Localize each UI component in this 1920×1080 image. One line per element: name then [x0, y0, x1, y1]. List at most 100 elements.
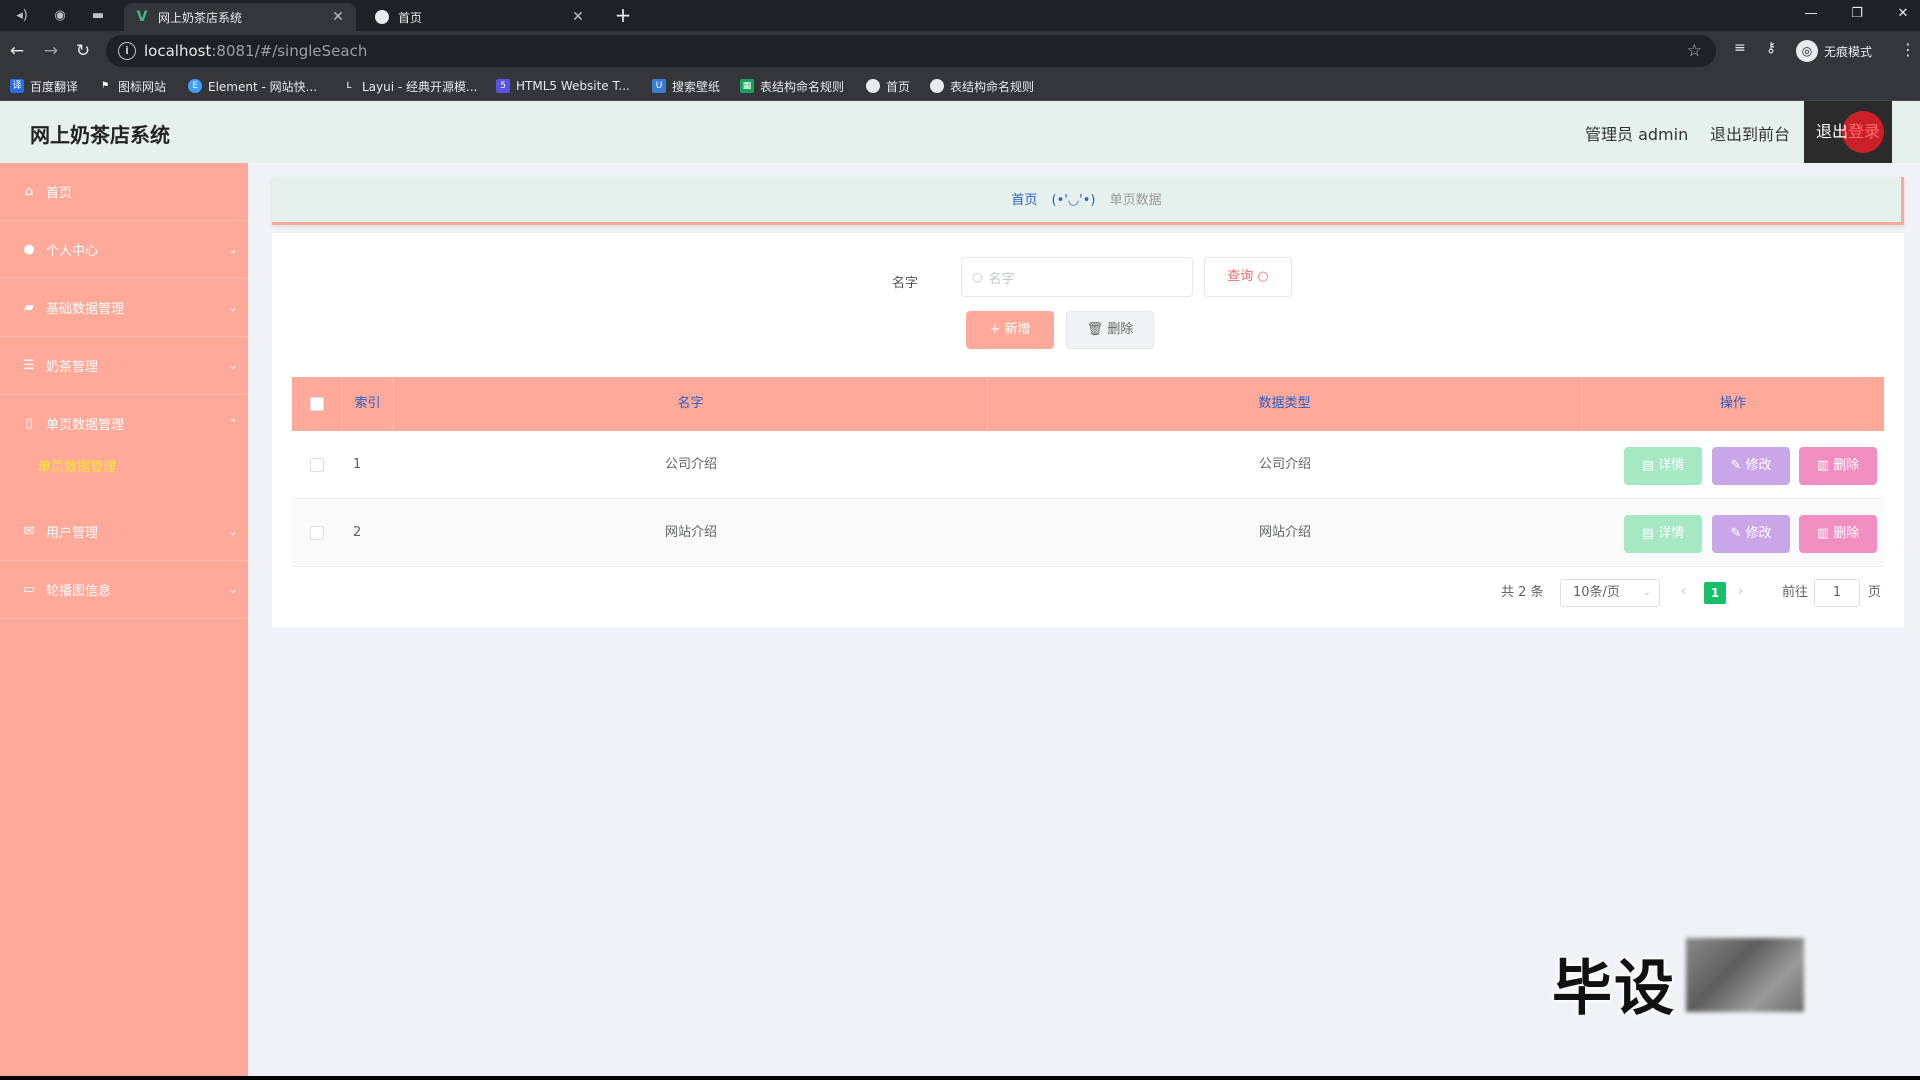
goto-page-input[interactable]: 1	[1814, 579, 1860, 607]
pencil-icon: ✎	[1730, 458, 1746, 473]
sidebar-item-milktea[interactable]: ☰ 奶茶管理 ⌄	[0, 337, 248, 395]
sidebar: ⌂ 首页 ● 个人中心 ⌄ ▰ 基础数据管理 ⌄ ☰ 奶茶管理 ⌄ ▯ 单页数据…	[0, 163, 248, 1080]
translate-icon: 译	[10, 79, 24, 93]
bookmark-item[interactable]: E Element - 网站快...	[188, 77, 317, 95]
chevron-down-icon: ⌄	[228, 525, 238, 538]
restore-icon[interactable]: ❐	[1842, 4, 1872, 24]
watermark-text: 毕设	[1552, 954, 1676, 1024]
close-icon[interactable]: ✕	[570, 9, 586, 25]
audio-icon[interactable]: ◂)	[12, 6, 32, 26]
layui-icon: L	[346, 81, 352, 91]
page-size-select[interactable]: 10条/页 ⌄	[1560, 579, 1660, 607]
add-button[interactable]: + 新增	[966, 311, 1054, 349]
row-checkbox[interactable]	[310, 526, 324, 540]
bookmark-item[interactable]: 译百度翻译	[10, 77, 78, 95]
doc-icon: ▤	[1641, 458, 1659, 473]
tab-search-icon[interactable]: ◉	[50, 6, 70, 26]
forward-icon[interactable]: →	[40, 40, 62, 62]
bookmark-item[interactable]: L Layui - 经典开源模...	[342, 77, 477, 95]
bookmark-label: 表结构命名规则	[760, 79, 845, 94]
briefcase-icon: ▰	[24, 300, 34, 315]
incognito-icon: ◎	[1796, 40, 1818, 62]
key-icon[interactable]: ⚷	[1766, 40, 1776, 56]
bookmark-item[interactable]: 表结构命名规则	[930, 77, 1034, 95]
bookmark-item[interactable]: ⚑ 图标网站	[98, 77, 166, 95]
close-icon[interactable]: ✕	[330, 9, 346, 25]
sidebar-item-home[interactable]: ⌂ 首页	[0, 163, 248, 221]
delete-button[interactable]: ▥ 删除	[1799, 447, 1877, 485]
current-page[interactable]: 1	[1704, 582, 1726, 604]
menu-dots-icon[interactable]: ⋮	[1900, 40, 1916, 59]
browser-tab[interactable]: 首页 ✕	[364, 3, 596, 31]
delete-label: 删除	[1107, 322, 1134, 337]
sidebar-item-label: 个人中心	[46, 244, 99, 259]
query-button[interactable]: 查询 ○	[1204, 257, 1292, 297]
breadcrumb-home[interactable]: 首页	[1011, 193, 1037, 208]
prev-page-icon[interactable]: ‹	[1681, 584, 1686, 599]
sidebar-item-personal[interactable]: ● 个人中心 ⌄	[0, 221, 248, 279]
goto-label: 前往	[1782, 585, 1809, 600]
sidebar-item-users[interactable]: ✉ 用户管理 ⌄	[0, 503, 248, 561]
bookmark-item[interactable]: 5 HTML5 Website T...	[496, 77, 630, 95]
sidebar-item-label: 用户管理	[46, 526, 99, 541]
select-all-checkbox[interactable]	[310, 397, 324, 411]
home-icon: ⌂	[24, 184, 34, 199]
cell-type: 网站介绍	[1258, 525, 1311, 540]
reading-list-icon[interactable]: ≡	[1734, 40, 1746, 56]
search-icon: ○	[1257, 269, 1269, 284]
chevron-down-icon: ⌄	[228, 301, 238, 314]
cell-type: 公司介绍	[1258, 457, 1311, 472]
header-name[interactable]: 名字	[394, 377, 988, 431]
search-icon: ○	[972, 270, 983, 284]
address-bar[interactable]: i localhost:8081/#/singleSeach ☆	[106, 35, 1716, 67]
logout-button[interactable]: 退出登录	[1804, 101, 1892, 163]
reload-icon[interactable]: ↻	[72, 40, 94, 62]
row-checkbox[interactable]	[310, 458, 324, 472]
app-header: 网上奶茶店系统 管理员 admin 退出到前台 退出登录	[0, 101, 1920, 163]
incognito-profile[interactable]: ◎ 无痕模式	[1796, 38, 1872, 64]
edit-button[interactable]: ✎ 修改	[1712, 515, 1790, 553]
window-icon[interactable]: ▬	[88, 6, 108, 26]
batch-delete-button[interactable]: 🗑︎ 删除	[1066, 311, 1154, 349]
sheet-icon: ▦	[740, 79, 754, 93]
bookmark-item[interactable]: U 搜索壁纸	[652, 77, 720, 95]
bookmark-item[interactable]: 首页	[866, 77, 910, 95]
edit-button[interactable]: ✎ 修改	[1712, 447, 1790, 485]
sidebar-subitem-single-page[interactable]: 单页数据管理	[0, 441, 248, 495]
star-icon[interactable]: ☆	[1687, 41, 1702, 61]
detail-button[interactable]: ▤ 详情	[1624, 515, 1702, 553]
detail-button[interactable]: ▤ 详情	[1624, 447, 1702, 485]
detail-label: 详情	[1658, 458, 1685, 473]
next-page-icon[interactable]: ›	[1738, 584, 1743, 599]
close-window-icon[interactable]: ✕	[1888, 4, 1918, 24]
bookmark-label: 表结构命名规则	[950, 79, 1035, 94]
info-icon[interactable]: i	[118, 42, 136, 60]
search-input[interactable]: ○ 名字	[961, 257, 1193, 297]
logout-label-a: 退出	[1815, 122, 1848, 141]
tab-title: 网上奶茶店系统	[158, 10, 243, 25]
table-row: 2 网站介绍 网站介绍 ▤ 详情 ✎ 修改 ▥ 删除	[292, 499, 1884, 567]
element-icon: E	[188, 79, 202, 93]
browser-tab-active[interactable]: V 网上奶茶店系统 ✕	[124, 3, 356, 31]
pagination: 共 2 条 10条/页 ⌄ ‹ 1 › 前往 1 页	[272, 579, 1904, 607]
sidebar-item-basic-data[interactable]: ▰ 基础数据管理 ⌄	[0, 279, 248, 337]
header-index[interactable]: 索引	[342, 377, 394, 431]
delete-button[interactable]: ▥ 删除	[1799, 515, 1877, 553]
new-tab-button[interactable]: +	[612, 5, 634, 27]
logout-label-b: 登录	[1848, 122, 1881, 141]
doc-icon: ▤	[1641, 526, 1659, 541]
admin-label: 管理员 admin	[1585, 125, 1689, 144]
sidebar-item-carousel[interactable]: ▭ 轮播图信息 ⌄	[0, 561, 248, 619]
html5-icon: 5	[496, 79, 510, 93]
back-icon[interactable]: ←	[6, 40, 28, 62]
add-label: 新增	[1004, 322, 1031, 337]
bottom-edge	[0, 1076, 1920, 1080]
flag-icon: ⚑	[100, 81, 110, 91]
back-to-front-link[interactable]: 退出到前台	[1710, 121, 1790, 145]
blurred-watermark	[1686, 938, 1804, 1012]
minimize-icon[interactable]: —	[1796, 4, 1826, 24]
bookmark-item[interactable]: ▦ 表结构命名规则	[740, 77, 844, 95]
header-type[interactable]: 数据类型	[988, 377, 1582, 431]
chevron-down-icon: ⌄	[228, 359, 238, 372]
pagination-total: 共 2 条	[1501, 585, 1544, 600]
